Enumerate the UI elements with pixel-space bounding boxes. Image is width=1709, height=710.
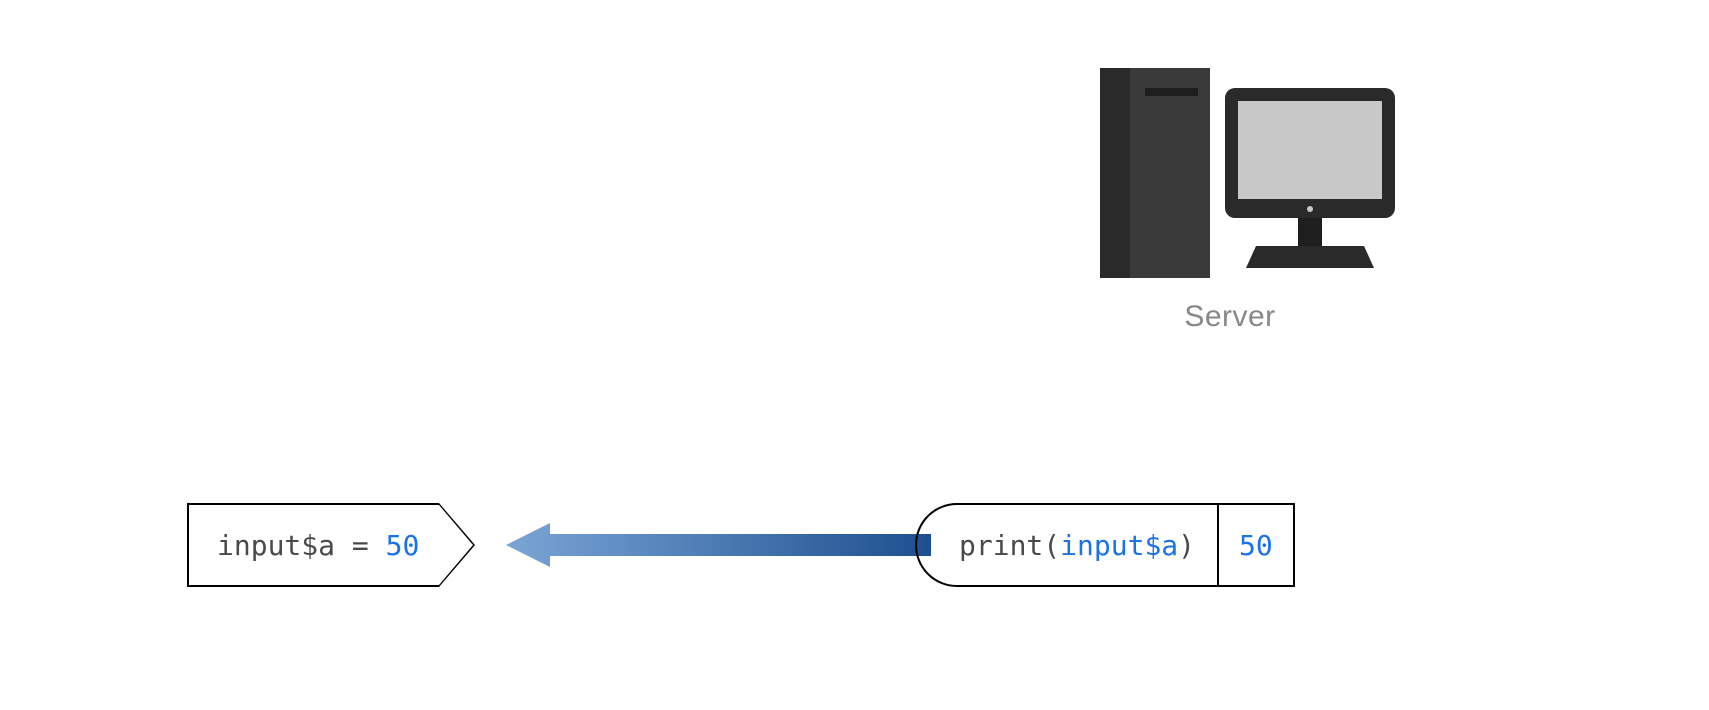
input-variable: input$a [217,529,335,562]
equals-sign: = [335,529,386,562]
input-value-box: input$a = 50 [187,503,475,587]
server-computer-icon [1060,58,1400,283]
print-fn: print [959,529,1043,562]
server-group: Server [1060,58,1400,334]
print-arg: input$a [1060,529,1178,562]
flow-arrow [506,523,931,567]
server-label: Server [1060,300,1400,334]
print-output: 50 [1219,503,1295,587]
paren-open: ( [1043,529,1060,562]
input-value-code: input$a = 50 [187,503,439,587]
pointer-shape [439,503,475,587]
input-value: 50 [386,529,420,562]
print-expression-group: print(input$a) 50 [915,503,1295,587]
paren-close: ) [1178,529,1195,562]
print-expression-code: print(input$a) [915,503,1219,587]
